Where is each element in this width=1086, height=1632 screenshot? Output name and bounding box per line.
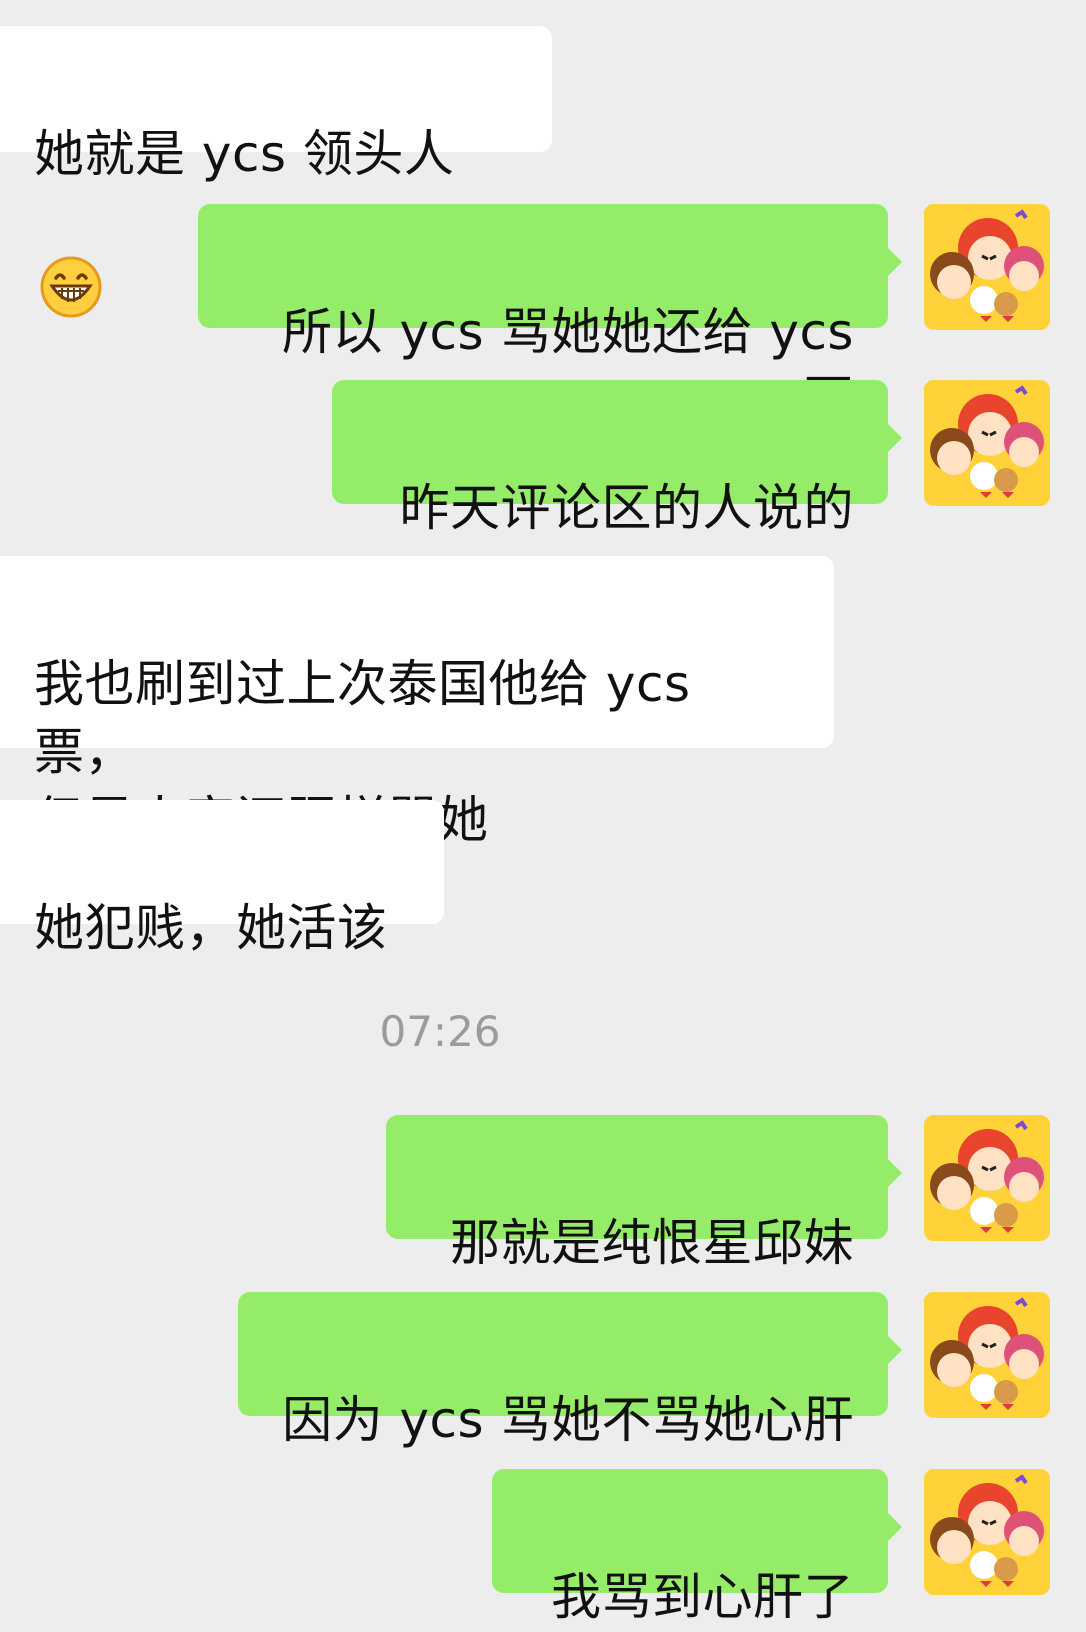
message-text: 她犯贱，她活该 (34, 899, 388, 957)
message-text: 那就是纯恨星邱妹 (450, 1214, 854, 1272)
cartoon-avatar-icon (924, 204, 1050, 330)
cartoon-avatar-icon (924, 1292, 1050, 1418)
message-timestamp: 07:26 (379, 1007, 501, 1056)
message-bubble-outgoing[interactable]: 那就是纯恨星邱妹 (386, 1115, 902, 1272)
message-bubble-outgoing[interactable]: 因为 ycs 骂她不骂她心肝 (238, 1292, 902, 1449)
message-bubble-incoming[interactable]: 她犯贱，她活该 (0, 800, 444, 957)
avatar[interactable] (924, 380, 1050, 506)
message-text: 她就是 ycs 领头人 (34, 125, 455, 183)
message-bubble-incoming[interactable]: 我也刷到过上次泰国他给 ycs 票， 但是人家还照样骂她 (0, 556, 834, 849)
message-text: 昨天评论区的人说的 (399, 479, 854, 537)
avatar[interactable] (924, 1115, 1050, 1241)
message-bubble-outgoing[interactable]: 昨天评论区的人说的 (332, 380, 902, 537)
chat-window: 她就是 ycs 领头人 所以 ycs 骂她她还给 ycs 票 (0, 0, 1086, 1632)
message-bubble-outgoing[interactable]: 我骂到心肝了 (492, 1469, 902, 1626)
grinning-face-icon (40, 188, 102, 318)
cartoon-avatar-icon (924, 380, 1050, 506)
cartoon-avatar-icon (924, 1115, 1050, 1241)
cartoon-avatar-icon (924, 1469, 1050, 1595)
message-bubble-incoming[interactable]: 她就是 ycs 领头人 (0, 26, 552, 318)
avatar[interactable] (924, 1469, 1050, 1595)
message-text: 因为 ycs 骂她不骂她心肝 (282, 1391, 854, 1449)
avatar[interactable] (924, 204, 1050, 330)
message-text: 我骂到心肝了 (551, 1568, 854, 1626)
avatar[interactable] (924, 1292, 1050, 1418)
message-bubble-outgoing[interactable]: 所以 ycs 骂她她还给 ycs 票 (198, 204, 902, 429)
